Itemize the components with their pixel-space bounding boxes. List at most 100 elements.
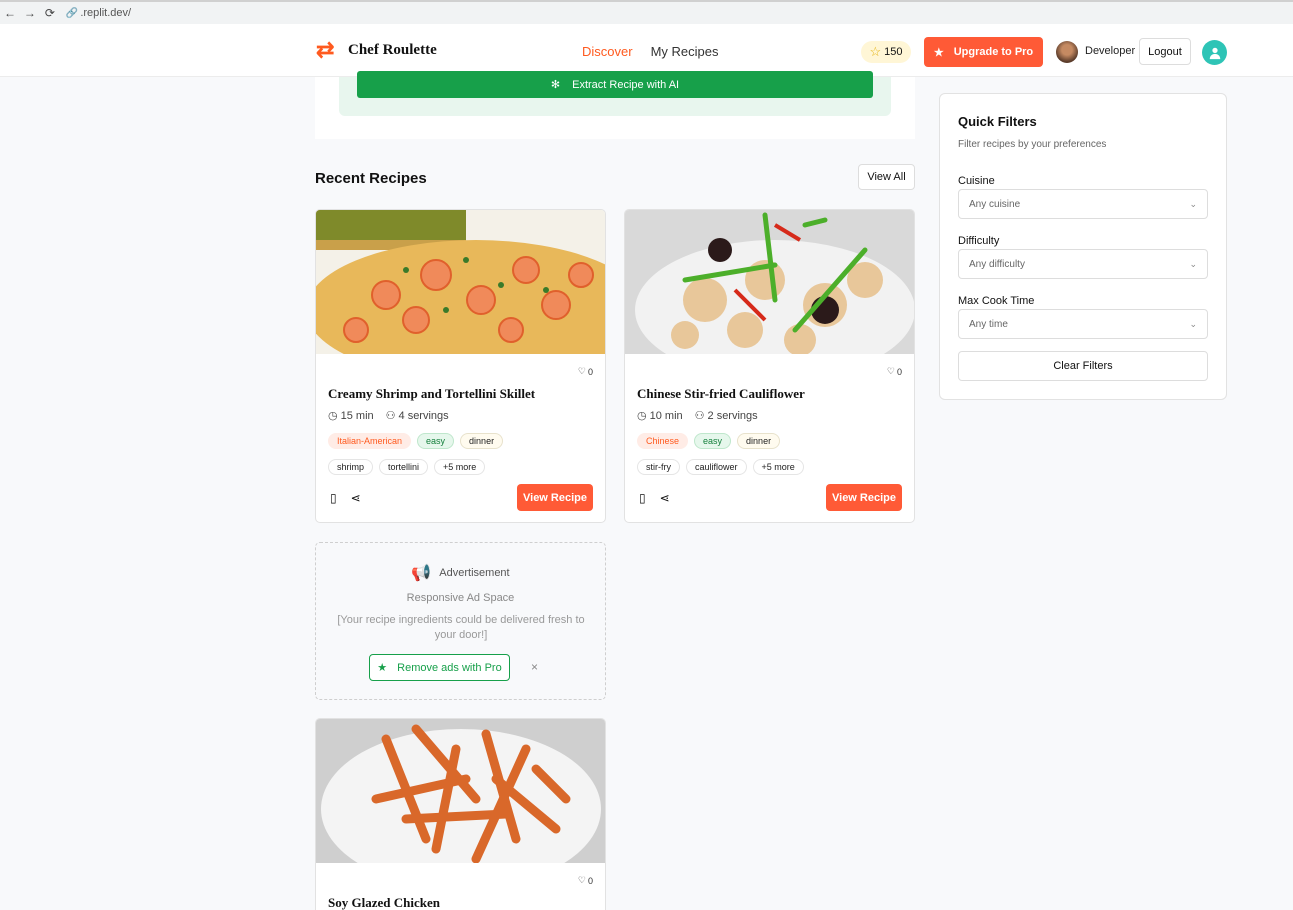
- likes-counter[interactable]: ♡ 0: [578, 366, 593, 377]
- servings: ⚇ 4 servings: [385, 409, 449, 423]
- brand-name: Chef Roulette: [348, 41, 437, 58]
- points-badge: ☆ 150: [861, 41, 911, 63]
- difficulty-tag: easy: [417, 433, 455, 449]
- sparkle-icon: ✻: [550, 79, 561, 91]
- user-icon: [1209, 47, 1220, 59]
- ad-label: Advertisement: [439, 567, 510, 579]
- chevron-down-icon: ⌄: [1189, 258, 1197, 269]
- cook-time-value: 15 min: [340, 409, 374, 422]
- star-icon: ★: [933, 46, 944, 59]
- heart-icon: ♡: [577, 366, 586, 376]
- filters-subtitle: Filter recipes by your preferences: [958, 139, 1107, 150]
- cook-time: ◷ 10 min: [637, 409, 683, 423]
- nav-discover[interactable]: Discover: [582, 44, 633, 59]
- view-recipe-button[interactable]: View Recipe: [517, 484, 593, 511]
- logout-button[interactable]: Logout: [1139, 38, 1191, 65]
- clock-icon: ◷: [637, 410, 647, 422]
- users-icon: ⚇: [385, 410, 396, 422]
- ingredient-tags: shrimp tortellini +5 more: [328, 459, 486, 475]
- cuisine-tag: Chinese: [637, 433, 689, 449]
- ad-subtitle: Responsive Ad Space: [406, 592, 515, 604]
- difficulty-value: Any difficulty: [969, 258, 1025, 270]
- address-bar[interactable]: 🔗 .replit.dev/: [66, 4, 1293, 22]
- remove-ads-label: Remove ads with Pro: [397, 661, 502, 674]
- reload-icon[interactable]: ⟳: [40, 6, 60, 20]
- max-cook-time-select[interactable]: Any time ⌄: [958, 309, 1208, 339]
- section-title: Recent Recipes: [315, 170, 427, 187]
- ingredient-tag: stir-fry: [637, 459, 680, 475]
- back-arrow-icon[interactable]: ←: [0, 6, 20, 20]
- heart-icon: ♡: [577, 875, 586, 885]
- avatar: [1056, 41, 1078, 63]
- ingredient-tag: tortellini: [379, 459, 429, 475]
- ingredient-tags: stir-fry cauliflower +5 more: [637, 459, 804, 475]
- bookmark-icon[interactable]: ▯: [330, 491, 337, 505]
- forward-arrow-icon[interactable]: →: [20, 6, 40, 20]
- likes-count: 0: [587, 875, 593, 886]
- recipe-tags: Chinese easy dinner: [637, 433, 781, 449]
- share-icon[interactable]: ⋖: [660, 491, 670, 505]
- star-icon: ☆: [869, 44, 882, 59]
- ingredient-tag: shrimp: [328, 459, 374, 475]
- main-nav: Discover My Recipes: [582, 44, 719, 59]
- ad-header: 📢 Advertisement: [316, 563, 605, 583]
- more-ingredients-tag: +5 more: [752, 459, 804, 475]
- points-value: 150: [884, 46, 903, 58]
- user-menu-button[interactable]: [1202, 40, 1227, 65]
- meal-tag: dinner: [737, 433, 781, 449]
- recipe-image: [316, 719, 605, 863]
- recipe-card[interactable]: ♡ 0 Creamy Shrimp and Tortellini Skillet…: [315, 209, 606, 523]
- recipe-title: Chinese Stir-fried Cauliflower: [637, 386, 805, 401]
- servings: ⚇ 2 servings: [695, 409, 758, 423]
- chevron-down-icon: ⌄: [1189, 198, 1197, 209]
- user-name: Developer: [1085, 45, 1136, 57]
- cook-time: ◷ 15 min: [328, 409, 374, 423]
- quick-filters-panel: Quick Filters Filter recipes by your pre…: [939, 93, 1227, 400]
- card-actions: ▯ ⋖: [639, 491, 670, 505]
- extract-panel: ✻ Extract Recipe with AI: [339, 71, 891, 116]
- heart-icon: ♡: [886, 366, 895, 376]
- extract-recipe-button[interactable]: ✻ Extract Recipe with AI: [357, 71, 873, 98]
- more-ingredients-tag: +5 more: [434, 459, 486, 475]
- top-navigation: ⇄ Chef Roulette Discover My Recipes ☆ 15…: [0, 24, 1293, 77]
- recipe-card[interactable]: ♡ 0 Soy Glazed Chicken: [315, 718, 606, 910]
- ingredient-tag: cauliflower: [686, 459, 747, 475]
- clear-filters-button[interactable]: Clear Filters: [958, 351, 1208, 381]
- likes-count: 0: [587, 366, 593, 377]
- view-recipe-button[interactable]: View Recipe: [826, 484, 902, 511]
- likes-counter[interactable]: ♡ 0: [887, 366, 902, 377]
- ad-text: [Your recipe ingredients could be delive…: [337, 614, 585, 641]
- extract-section: ✻ Extract Recipe with AI: [315, 71, 915, 139]
- servings-value: 4 servings: [398, 409, 449, 422]
- max-cook-time-value: Any time: [969, 318, 1008, 330]
- cuisine-select[interactable]: Any cuisine ⌄: [958, 189, 1208, 219]
- share-icon[interactable]: ⋖: [351, 491, 361, 505]
- recipe-card[interactable]: ♡ 0 Chinese Stir-fried Cauliflower ◷ 10 m…: [624, 209, 915, 523]
- likes-count: 0: [896, 366, 902, 377]
- cuisine-tag: Italian-American: [328, 433, 412, 449]
- card-actions: ▯ ⋖: [330, 491, 361, 505]
- recipe-image: [316, 210, 605, 354]
- meal-tag: dinner: [460, 433, 504, 449]
- remove-ads-button[interactable]: ★ Remove ads with Pro: [369, 654, 510, 681]
- cuisine-value: Any cuisine: [969, 198, 1021, 210]
- brand-logo[interactable]: ⇄ Chef Roulette: [316, 39, 437, 61]
- difficulty-select[interactable]: Any difficulty ⌄: [958, 249, 1208, 279]
- recipe-title: Soy Glazed Chicken: [328, 895, 440, 910]
- browser-toolbar: ← → ⟳ 🔗 .replit.dev/: [0, 0, 1293, 24]
- recipe-tags: Italian-American easy dinner: [328, 433, 504, 449]
- upgrade-label: Upgrade to Pro: [953, 46, 1034, 58]
- likes-counter[interactable]: ♡ 0: [578, 875, 593, 886]
- max-cook-time-label: Max Cook Time: [958, 295, 1035, 307]
- recipe-title: Creamy Shrimp and Tortellini Skillet: [328, 386, 536, 401]
- filters-title: Quick Filters: [958, 114, 1037, 129]
- link-icon: 🔗: [65, 7, 79, 19]
- megaphone-icon: 📢: [411, 565, 432, 582]
- extract-label: Extract Recipe with AI: [572, 78, 680, 91]
- nav-my-recipes[interactable]: My Recipes: [651, 44, 719, 59]
- bookmark-icon[interactable]: ▯: [639, 491, 646, 505]
- close-icon[interactable]: ×: [531, 660, 538, 674]
- view-all-button[interactable]: View All: [858, 164, 915, 190]
- upgrade-to-pro-button[interactable]: ★ Upgrade to Pro: [924, 37, 1043, 67]
- url-text: .replit.dev/: [80, 7, 132, 19]
